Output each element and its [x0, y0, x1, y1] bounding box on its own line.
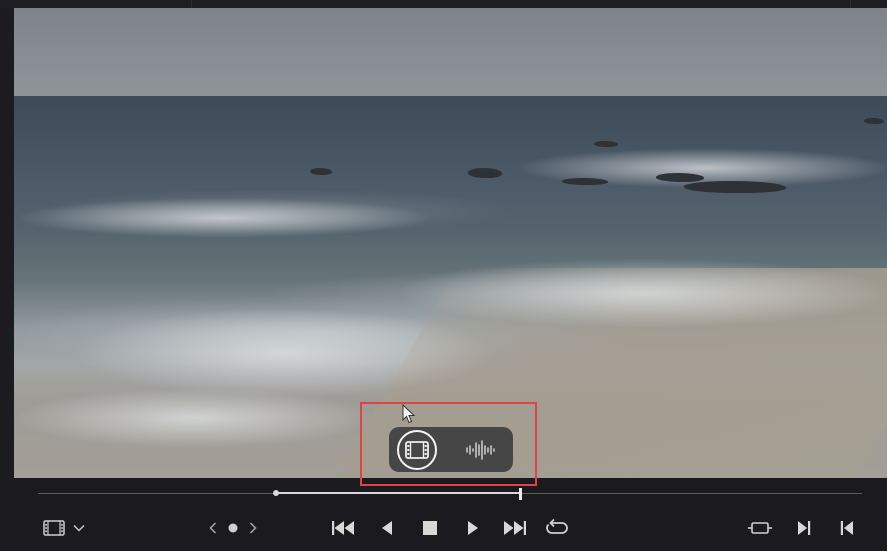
- annotation-highlight-box: [360, 402, 537, 486]
- frame-sky: [14, 8, 887, 96]
- go-to-end-button[interactable]: [500, 516, 530, 540]
- timeline-selected-range: [276, 492, 521, 494]
- range-start-handle[interactable]: [273, 490, 280, 496]
- frame-rock: [594, 141, 618, 147]
- film-strip-icon: [43, 520, 65, 536]
- panel-divider: [850, 0, 851, 8]
- go-to-start-button[interactable]: [328, 516, 358, 540]
- frame-rock: [310, 168, 332, 175]
- chevron-right-icon: [249, 522, 257, 534]
- chevron-left-icon: [209, 522, 217, 534]
- playhead[interactable]: [518, 488, 522, 500]
- stop-icon: [423, 521, 437, 535]
- previous-marker-button[interactable]: [204, 518, 222, 538]
- frame-foam: [14, 198, 434, 238]
- step-back-icon: [382, 521, 392, 535]
- frame-rock: [656, 173, 704, 182]
- chevron-down-icon: [73, 524, 85, 532]
- match-frame-button[interactable]: [745, 516, 775, 540]
- mouse-pointer-icon: [402, 404, 416, 424]
- clip-view-dropdown[interactable]: [70, 518, 88, 538]
- in-point-icon: [840, 521, 853, 535]
- frame-foam: [394, 258, 887, 328]
- frame-rock: [468, 168, 502, 178]
- step-back-button[interactable]: [376, 516, 398, 540]
- next-marker-button[interactable]: [244, 518, 262, 538]
- frame-rock: [684, 181, 786, 193]
- play-button[interactable]: [462, 516, 484, 540]
- clip-view-button[interactable]: [40, 516, 68, 540]
- mark-in-button[interactable]: [836, 516, 858, 540]
- dot-icon: [228, 523, 238, 533]
- stop-button[interactable]: [419, 516, 441, 540]
- add-marker-button[interactable]: [224, 518, 242, 538]
- mark-out-button[interactable]: [793, 516, 815, 540]
- top-panel-strip: [0, 0, 887, 8]
- loop-icon: [546, 518, 568, 534]
- loop-button[interactable]: [543, 515, 571, 541]
- match-frame-icon: [748, 522, 772, 534]
- panel-divider: [191, 0, 192, 8]
- frame-foam: [14, 388, 374, 448]
- frame-rock: [562, 178, 608, 185]
- skip-forward-icon: [504, 521, 526, 535]
- left-gutter: [0, 8, 14, 478]
- skip-back-icon: [332, 521, 354, 535]
- out-point-icon: [798, 521, 811, 535]
- frame-rock: [864, 118, 884, 124]
- frame-foam: [74, 308, 494, 398]
- play-icon: [468, 521, 478, 535]
